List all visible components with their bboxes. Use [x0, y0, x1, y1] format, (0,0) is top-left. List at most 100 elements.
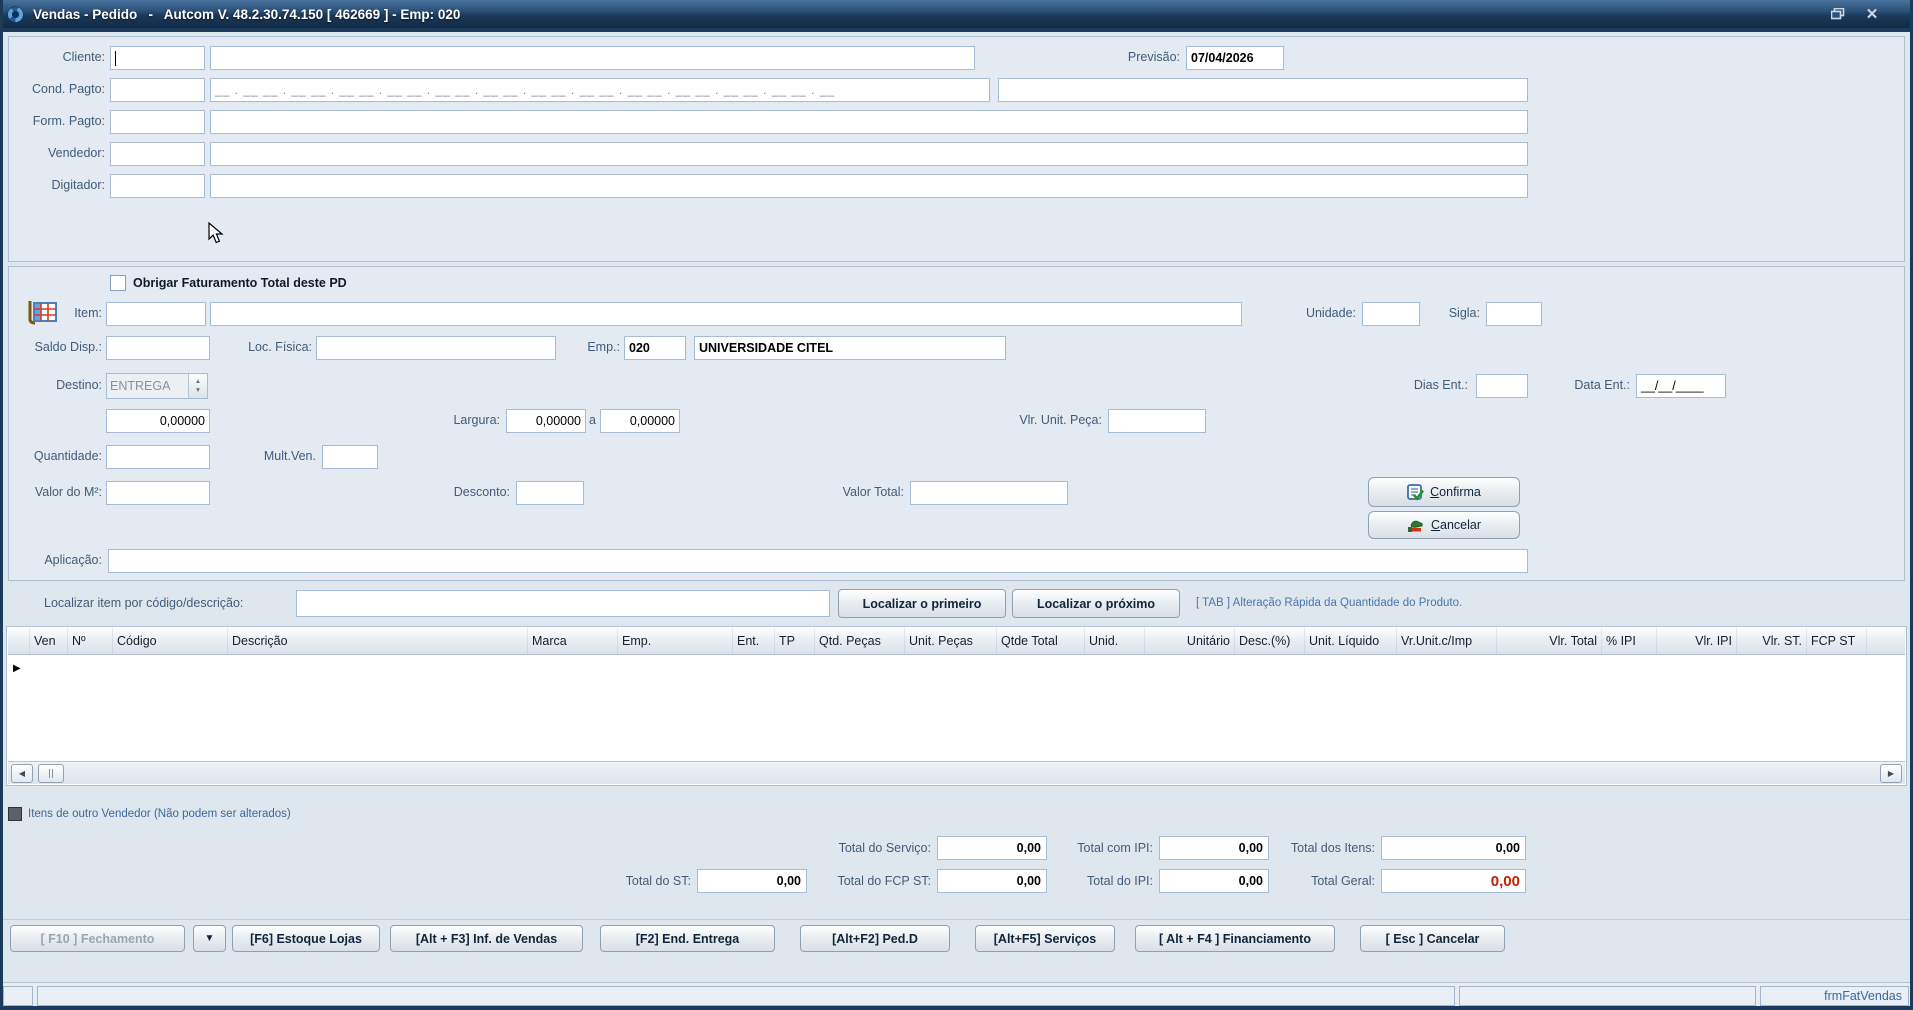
close-icon[interactable]: ✕ — [1859, 5, 1885, 23]
grid-column-header[interactable]: Qtd. Peças — [815, 628, 905, 654]
total-com-ipi-value: 0,00 — [1159, 836, 1269, 860]
item-lookup-grid-icon[interactable] — [26, 297, 58, 327]
total-ipi-value: 0,00 — [1159, 869, 1269, 893]
other-vendor-legend-swatch — [8, 807, 22, 821]
grid-column-header[interactable]: Emp. — [618, 628, 733, 654]
largura-de-input[interactable]: 0,00000 — [506, 409, 586, 433]
item-label: Item: — [62, 306, 102, 320]
vlr-unit-peca-input[interactable] — [1108, 409, 1206, 433]
unidade-input[interactable] — [1362, 302, 1420, 326]
grid-column-header[interactable]: Descrição — [228, 628, 528, 654]
end-entrega-button[interactable]: [F2] End. Entrega — [600, 925, 775, 952]
servicos-button[interactable]: [Alt+F5] Serviços — [975, 925, 1115, 952]
cond-pagto-mask-field[interactable]: __ . __ __ . __ __ . __ __ . __ __ . __ … — [210, 78, 990, 102]
end-entrega-label: [F2] End. Entrega — [636, 932, 739, 946]
fechamento-dropdown-button[interactable]: ▼ — [193, 925, 226, 952]
tab-hint-text: [ TAB ] Alteração Rápida da Quantidade d… — [1196, 597, 1462, 609]
estoque-lojas-label: [F6] Estoque Lojas — [250, 932, 362, 946]
mult-ven-input[interactable] — [322, 445, 378, 469]
quantidade-label: Quantidade: — [22, 449, 102, 463]
esc-cancelar-button[interactable]: [ Esc ] Cancelar — [1360, 925, 1505, 952]
grid-column-header[interactable]: Unit. Peças — [905, 628, 997, 654]
cancelar-button[interactable]: Cancelar — [1368, 511, 1520, 539]
loc-fisica-input[interactable] — [316, 336, 556, 360]
digitador-name-input[interactable] — [210, 174, 1528, 198]
aplicacao-input[interactable] — [108, 549, 1528, 573]
grid-column-header[interactable]: Nº — [68, 628, 113, 654]
digitador-code-input[interactable] — [110, 174, 205, 198]
confirma-button[interactable]: Confirma — [1368, 477, 1520, 507]
localizar-primeiro-button[interactable]: Localizar o primeiro — [838, 589, 1006, 618]
grid-column-header[interactable]: Desc.(%) — [1235, 628, 1305, 654]
grid-column-header[interactable]: Vlr. Total — [1497, 628, 1602, 654]
localizar-input[interactable] — [296, 590, 830, 617]
dias-ent-input[interactable] — [1476, 374, 1528, 398]
grid-column-header[interactable]: Ent. — [733, 628, 775, 654]
scroll-right-button[interactable]: ▶ — [1880, 764, 1902, 783]
grid-column-header[interactable]: Vlr. IPI — [1657, 628, 1737, 654]
text-caret — [115, 51, 116, 66]
form-pagto-desc-input[interactable] — [210, 110, 1528, 134]
medida-input[interactable]: 0,00000 — [106, 409, 210, 433]
items-grid[interactable]: Ven Nº Código Descrição Marca Emp. Ent. … — [6, 626, 1907, 786]
cond-pagto-code-input[interactable] — [110, 78, 205, 102]
destino-spinedit[interactable]: ENTREGA ▲ ▼ — [106, 373, 208, 399]
scroll-thumb[interactable] — [38, 764, 64, 783]
total-servico-value: 0,00 — [937, 836, 1047, 860]
restore-icon[interactable] — [1825, 5, 1851, 23]
grid-horizontal-scrollbar[interactable]: ◀ ▶ — [8, 761, 1905, 784]
item-code-input[interactable] — [106, 302, 206, 326]
item-desc-input[interactable] — [210, 302, 1242, 326]
spinner-up-icon[interactable]: ▲ — [195, 377, 201, 386]
largura-ate-input[interactable]: 0,00000 — [600, 409, 680, 433]
valor-m2-input[interactable] — [106, 481, 210, 505]
dias-ent-label: Dias Ent.: — [1402, 378, 1468, 392]
ped-d-button[interactable]: [Alt+F2] Ped.D — [800, 925, 950, 952]
grid-column-header[interactable]: Código — [113, 628, 228, 654]
grid-column-header[interactable]: Qtde Total — [997, 628, 1085, 654]
emp-code-input[interactable]: 020 — [624, 336, 686, 360]
localizar-proximo-button[interactable]: Localizar o próximo — [1012, 589, 1180, 618]
grid-column-header[interactable]: Ven — [30, 628, 68, 654]
valor-total-input[interactable] — [910, 481, 1068, 505]
app-icon — [6, 5, 25, 24]
grid-column-header[interactable]: Marca — [528, 628, 618, 654]
cond-pagto-desc-input[interactable] — [998, 78, 1528, 102]
grid-column-header[interactable]: Unitário — [1145, 628, 1235, 654]
destino-value: ENTREGA — [107, 374, 188, 398]
cliente-name-input[interactable] — [210, 46, 975, 70]
estoque-lojas-button[interactable]: [F6] Estoque Lojas — [232, 925, 380, 952]
scroll-left-button[interactable]: ◀ — [11, 764, 33, 783]
grid-column-header[interactable]: Unit. Líquido — [1305, 628, 1397, 654]
quantidade-input[interactable] — [106, 445, 210, 469]
saldo-disp-input[interactable] — [106, 336, 210, 360]
grid-column-header[interactable]: % IPI — [1602, 628, 1657, 654]
grid-column-header[interactable]: Unid. — [1085, 628, 1145, 654]
financiamento-button[interactable]: [ Alt + F4 ] Financiamento — [1135, 925, 1335, 952]
inf-vendas-button[interactable]: [Alt + F3] Inf. de Vendas — [390, 925, 583, 952]
obrigar-checkbox[interactable] — [110, 275, 126, 291]
data-ent-input[interactable]: __/__/____ — [1636, 374, 1726, 398]
desconto-input[interactable] — [516, 481, 584, 505]
vendedor-code-input[interactable] — [110, 142, 205, 166]
grid-column-header[interactable]: TP — [775, 628, 815, 654]
spinner-down-icon[interactable]: ▼ — [195, 386, 201, 395]
fechamento-button[interactable]: [ F10 ] Fechamento — [10, 925, 185, 952]
destino-label: Destino: — [38, 378, 102, 392]
grid-column-header[interactable]: Vr.Unit.c/Imp — [1397, 628, 1497, 654]
grid-column-header[interactable]: FCP ST — [1807, 628, 1867, 654]
cliente-label: Cliente: — [30, 50, 105, 64]
cliente-code-input[interactable] — [110, 46, 205, 70]
titlebar-divider — [0, 28, 1913, 32]
sigla-input[interactable] — [1486, 302, 1542, 326]
destino-spinner[interactable]: ▲ ▼ — [188, 374, 207, 398]
localizar-label: Localizar item por código/descrição: — [44, 596, 243, 610]
previsao-input[interactable]: 07/04/2026 — [1186, 46, 1284, 70]
grid-column-header[interactable]: Vlr. ST. — [1737, 628, 1807, 654]
form-pagto-code-input[interactable] — [110, 110, 205, 134]
title-bar[interactable]: Vendas - Pedido - Autcom V. 48.2.30.74.1… — [0, 0, 1913, 28]
saldo-disp-label: Saldo Disp.: — [26, 340, 102, 354]
total-geral-value: 0,00 — [1381, 869, 1526, 893]
obrigar-checkbox-label: Obrigar Faturamento Total deste PD — [133, 276, 347, 290]
vendedor-name-input[interactable] — [210, 142, 1528, 166]
